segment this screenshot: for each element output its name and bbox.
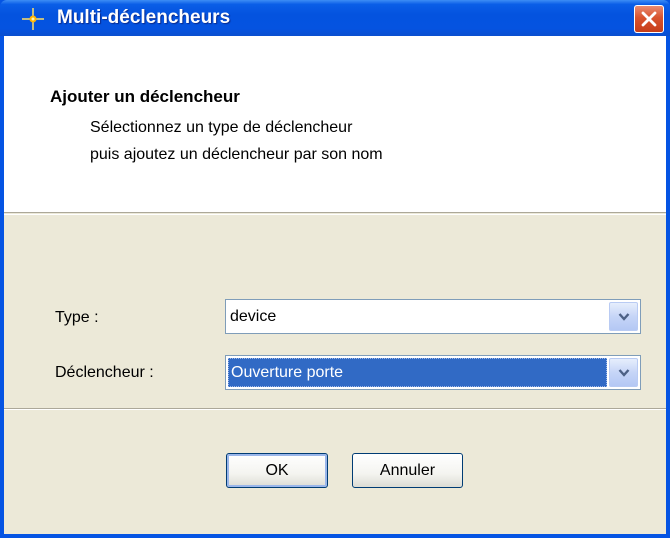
trigger-select-value[interactable]: Ouverture porte: [228, 358, 607, 387]
chevron-down-icon: [618, 369, 630, 377]
close-icon: [641, 11, 657, 27]
header-description-line-1: Sélectionnez un type de déclencheur: [90, 119, 353, 136]
divider: [4, 408, 666, 410]
type-select-value[interactable]: device: [228, 302, 607, 331]
type-select[interactable]: device: [225, 299, 641, 334]
close-button[interactable]: [634, 5, 664, 33]
chevron-down-icon: [618, 313, 630, 321]
cancel-button[interactable]: Annuler: [352, 453, 463, 488]
sparkle-icon: [22, 8, 44, 30]
trigger-dropdown-button[interactable]: [609, 358, 638, 387]
trigger-label: Déclencheur :: [55, 364, 154, 381]
header-description-line-2: puis ajoutez un déclencheur par son nom: [90, 146, 383, 163]
ok-button[interactable]: OK: [226, 453, 328, 488]
window-title: Multi-déclencheurs: [57, 7, 231, 28]
type-dropdown-button[interactable]: [609, 302, 638, 331]
header-title: Ajouter un déclencheur: [50, 87, 240, 106]
dialog-window: Multi-déclencheurs Ajouter un déclencheu…: [0, 0, 670, 538]
title-bar[interactable]: Multi-déclencheurs: [0, 0, 670, 36]
divider: [4, 214, 666, 215]
dialog-body: Ajouter un déclencheur Sélectionnez un t…: [4, 36, 666, 534]
type-label: Type :: [55, 309, 99, 326]
header-panel: Ajouter un déclencheur Sélectionnez un t…: [4, 36, 666, 213]
trigger-select[interactable]: Ouverture porte: [225, 355, 641, 390]
